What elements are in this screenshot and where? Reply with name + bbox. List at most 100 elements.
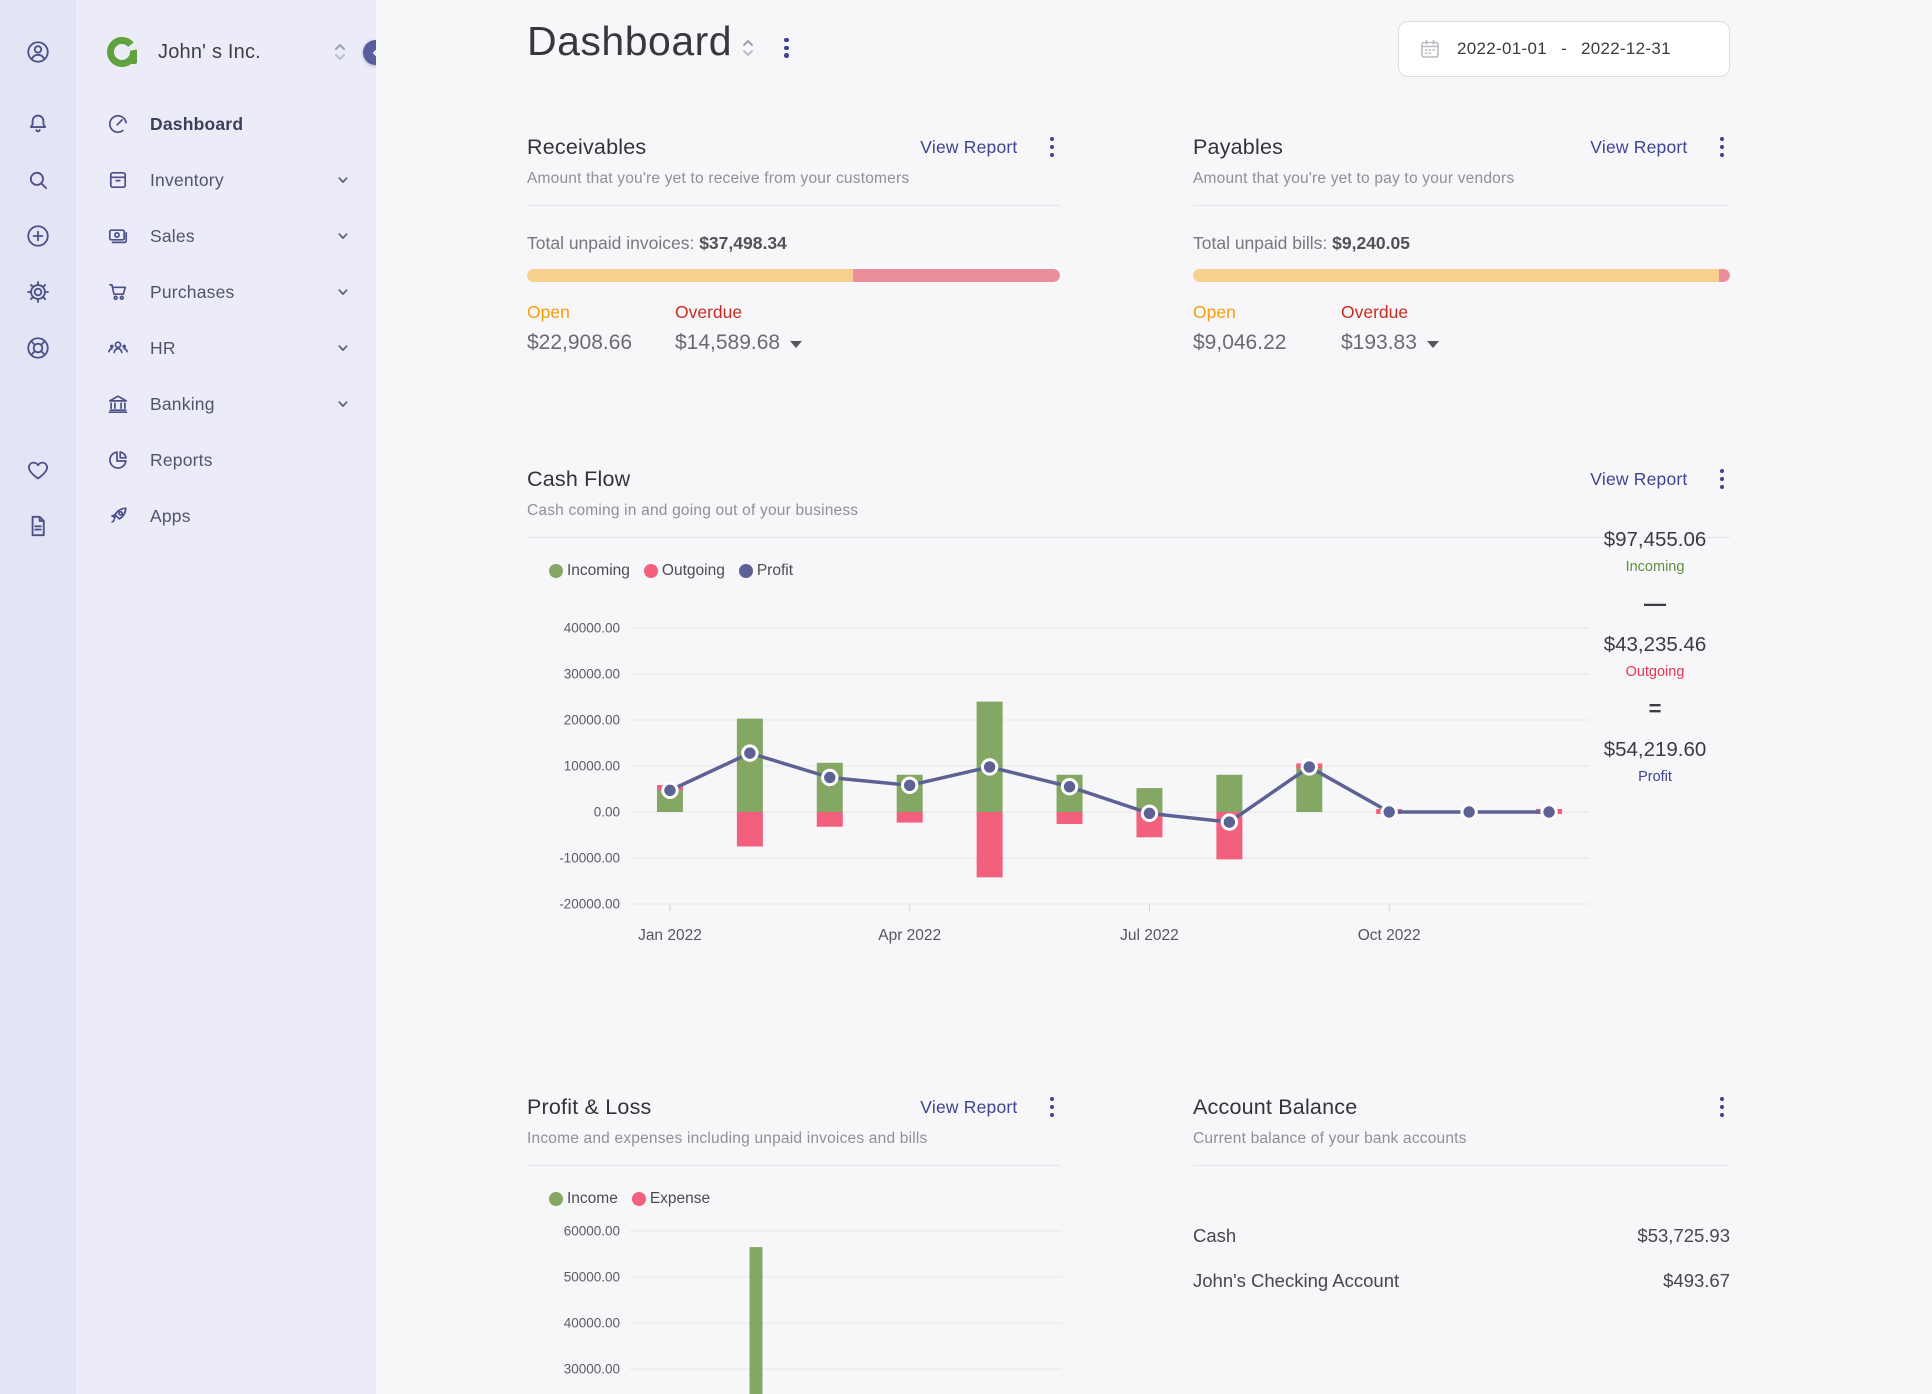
payables-progress-bar bbox=[1193, 269, 1730, 282]
profit-total-label: Profit bbox=[1638, 769, 1672, 785]
legend-label: Profit bbox=[756, 562, 794, 579]
notifications-icon bbox=[29, 114, 47, 133]
chevron-down-icon bbox=[338, 177, 348, 183]
cash-flow-kebab[interactable] bbox=[1714, 465, 1731, 493]
receivables-progress-bar bbox=[527, 269, 1060, 282]
sidebar-item-banking[interactable]: Banking bbox=[76, 376, 376, 432]
create-icon bbox=[27, 225, 49, 247]
legend-item-profit[interactable]: Profit bbox=[738, 562, 794, 580]
company-switcher[interactable]: John' s Inc. bbox=[76, 8, 388, 96]
account-name[interactable]: Cash bbox=[1193, 1225, 1236, 1247]
cash-flow-view-report-link[interactable]: View Report bbox=[1590, 469, 1687, 490]
profit-loss-view-report-link[interactable]: View Report bbox=[920, 1097, 1017, 1118]
profit-loss-kebab[interactable] bbox=[1044, 1093, 1061, 1121]
account-name[interactable]: John's Checking Account bbox=[1193, 1270, 1399, 1292]
sidebar-item-reports[interactable]: Reports bbox=[76, 432, 376, 488]
documents-rail-button[interactable] bbox=[0, 498, 76, 554]
account-rail-button[interactable] bbox=[0, 8, 76, 96]
sidebar-item-purchases[interactable]: Purchases bbox=[76, 264, 376, 320]
account-balance-title: Account Balance bbox=[1193, 1094, 1358, 1119]
legend-item-expense[interactable]: Expense bbox=[631, 1190, 711, 1208]
legend-dot bbox=[738, 564, 753, 578]
sidebar-item-apps[interactable]: Apps bbox=[76, 488, 376, 544]
svg-text:Jan 2022: Jan 2022 bbox=[638, 927, 702, 944]
sidebar-item-label: Inventory bbox=[150, 169, 224, 190]
dashboard-menu-kebab[interactable] bbox=[778, 34, 795, 62]
legend-item-incoming[interactable]: Incoming bbox=[549, 562, 630, 580]
dashboard-switch-icon[interactable] bbox=[740, 36, 756, 60]
help-rail-button[interactable] bbox=[0, 320, 76, 376]
payables-view-report-link[interactable]: View Report bbox=[1590, 137, 1687, 158]
profit-loss-title: Profit & Loss bbox=[527, 1094, 652, 1119]
svg-text:Jul 2022: Jul 2022 bbox=[1120, 927, 1179, 944]
receivables-subtitle: Amount that you're yet to receive from y… bbox=[527, 170, 910, 187]
account-balance-kebab[interactable] bbox=[1714, 1093, 1731, 1121]
favorites-icon bbox=[28, 461, 48, 480]
equals-sign: = bbox=[1648, 696, 1662, 721]
summary-cards-row: Receivables View Report Amount that you'… bbox=[527, 120, 1730, 355]
account-icon bbox=[27, 41, 49, 63]
cash-flow-chart: 40000.00 30000.00 20000.00 10000.00 0.00 -100… bbox=[559, 621, 1589, 944]
notifications-rail-button[interactable] bbox=[0, 96, 76, 152]
legend-item-outgoing[interactable]: Outgoing bbox=[643, 562, 725, 580]
create-rail-button[interactable] bbox=[0, 208, 76, 264]
overdue-label: Overdue bbox=[675, 302, 743, 322]
profit-total: $54,219.60 bbox=[1603, 738, 1707, 761]
sidebar-item-label: Purchases bbox=[150, 281, 235, 302]
sidebar-item-hr[interactable]: HR bbox=[76, 320, 376, 376]
overdue-value: $14,589.68 bbox=[675, 331, 823, 355]
hr-icon bbox=[108, 341, 128, 354]
progress-overdue-segment bbox=[852, 269, 1060, 282]
svg-text:Oct 2022: Oct 2022 bbox=[1358, 927, 1421, 944]
reports-icon bbox=[109, 451, 127, 469]
apps-icon bbox=[111, 507, 127, 523]
overdue-label: Overdue bbox=[1341, 302, 1409, 322]
cash-flow-title: Cash Flow bbox=[527, 466, 631, 491]
incoming-total: $97,455.06 bbox=[1603, 528, 1707, 551]
payables-card: Payables View Report Amount that you're … bbox=[1193, 120, 1730, 355]
documents-icon bbox=[31, 515, 45, 537]
svg-text:Apr 2022: Apr 2022 bbox=[878, 927, 941, 944]
open-label: Open bbox=[1193, 302, 1236, 322]
sidebar-item-label: Banking bbox=[150, 393, 215, 414]
dashboard-icon bbox=[108, 114, 128, 134]
receivables-total: Total unpaid invoices: $37,498.34 bbox=[527, 233, 787, 253]
payables-kebab[interactable] bbox=[1714, 133, 1731, 161]
receivables-kebab[interactable] bbox=[1044, 133, 1061, 161]
payables-title: Payables bbox=[1193, 134, 1284, 159]
settings-rail-button[interactable] bbox=[0, 264, 76, 320]
overdue-dropdown-caret[interactable] bbox=[790, 341, 803, 348]
app-logo-icon bbox=[107, 37, 137, 67]
bottom-cards-row: Profit & Loss View Report Income and exp… bbox=[527, 1080, 1730, 1394]
sidebar-item-sales[interactable]: Sales bbox=[76, 208, 376, 264]
svg-text:30000.00: 30000.00 bbox=[564, 1362, 620, 1377]
profit-loss-subtitle: Income and expenses including unpaid inv… bbox=[527, 1130, 928, 1147]
minus-sign: — bbox=[1644, 591, 1666, 616]
sidebar-item-label: Dashboard bbox=[150, 113, 244, 134]
progress-overdue-segment bbox=[1718, 269, 1730, 282]
date-range-picker[interactable]: 2022-01-01 - 2022-12-31 bbox=[1398, 21, 1730, 77]
legend-label: Incoming bbox=[567, 562, 630, 579]
favorites-rail-button[interactable] bbox=[0, 442, 76, 498]
account-balance-card: Account Balance Current balance of your … bbox=[1193, 1080, 1730, 1394]
search-rail-button[interactable] bbox=[0, 152, 76, 208]
payables-total: Total unpaid bills: $9,240.05 bbox=[1193, 233, 1410, 253]
sidebar-item-dashboard[interactable]: Dashboard bbox=[76, 96, 376, 152]
company-name: John' s Inc. bbox=[158, 40, 261, 63]
chevron-down-icon bbox=[338, 345, 348, 351]
legend-label: Expense bbox=[649, 1190, 711, 1207]
account-balance-row: John's Checking Account $493.67 bbox=[1193, 1258, 1730, 1303]
legend-item-income[interactable]: Income bbox=[549, 1190, 618, 1208]
payables-subtitle: Amount that you're yet to pay to your ve… bbox=[1193, 170, 1515, 187]
company-switch-icon bbox=[335, 44, 345, 60]
sidebar-item-label: Reports bbox=[150, 449, 213, 470]
sidebar-menu: John' s Inc. Dashboard Inventory Sales Purc… bbox=[76, 0, 388, 1394]
overdue-dropdown-caret[interactable] bbox=[1426, 341, 1439, 348]
sidebar-item-inventory[interactable]: Inventory bbox=[76, 152, 376, 208]
open-value: $22,908.66 bbox=[527, 331, 633, 354]
profit-loss-chart: 60000.00 50000.00 40000.00 30000.00 bbox=[564, 1224, 1062, 1394]
svg-text:-20000.00: -20000.00 bbox=[559, 897, 620, 912]
receivables-view-report-link[interactable]: View Report bbox=[920, 137, 1017, 158]
svg-text:40000.00: 40000.00 bbox=[564, 621, 620, 636]
legend-label: Outgoing bbox=[661, 562, 725, 579]
